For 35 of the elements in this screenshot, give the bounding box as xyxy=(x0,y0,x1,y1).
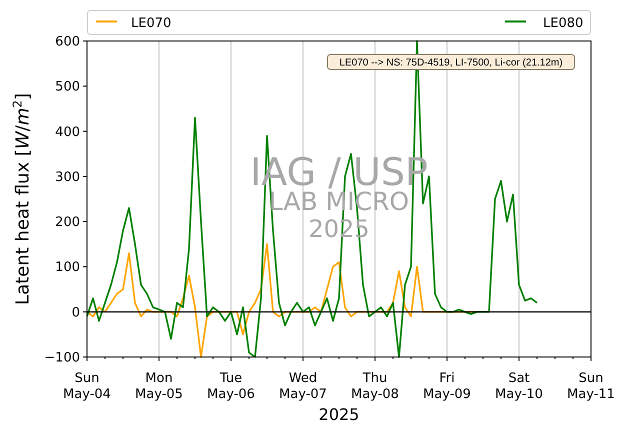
tick-label: Tue May-06 xyxy=(207,371,255,402)
tick-mark xyxy=(446,356,448,362)
tick-mark xyxy=(230,356,232,362)
tick-mark xyxy=(82,311,88,312)
tick-mark xyxy=(518,356,520,362)
tick-mark xyxy=(82,40,88,42)
tick-label: 600 xyxy=(55,34,80,50)
tick-label: −100 xyxy=(44,350,80,366)
tick-mark xyxy=(374,356,376,362)
tick-label: 400 xyxy=(55,124,80,140)
tick-mark xyxy=(82,221,88,222)
tick-mark xyxy=(590,356,592,362)
annotation-box: LE070 --> NS: 75D-4519, LI-7500, Li-cor (21.12m) xyxy=(327,54,575,70)
legend-label: LE070 xyxy=(131,16,172,31)
tick-label: Sat May-10 xyxy=(495,371,543,402)
tick-label: Sun May-11 xyxy=(567,371,615,402)
tick-label: Mon May-05 xyxy=(135,371,183,402)
tick-label: 300 xyxy=(55,170,80,185)
tick-mark xyxy=(82,176,88,177)
tick-label: 500 xyxy=(55,80,80,95)
annotation: LE070 --> NS: 75D-4519, LI-7500, Li-cor (21.12m) xyxy=(339,58,563,68)
axis-label: 2025 xyxy=(318,405,360,424)
tick-label: Wed May-07 xyxy=(279,371,327,402)
tick-label: 100 xyxy=(55,260,80,276)
tick-label: Thu May-08 xyxy=(351,371,399,402)
tick-label: Sun May-04 xyxy=(63,371,111,402)
tick-label: 0 xyxy=(72,305,80,320)
tick-mark xyxy=(158,356,160,362)
tick-mark xyxy=(82,130,88,132)
legend-label: LE080 xyxy=(543,16,584,31)
tick-mark xyxy=(82,86,88,87)
tick-mark xyxy=(302,356,304,362)
tick-mark xyxy=(82,266,88,268)
tick-label: 200 xyxy=(55,215,80,230)
tick-label: Fri May-09 xyxy=(423,371,471,402)
